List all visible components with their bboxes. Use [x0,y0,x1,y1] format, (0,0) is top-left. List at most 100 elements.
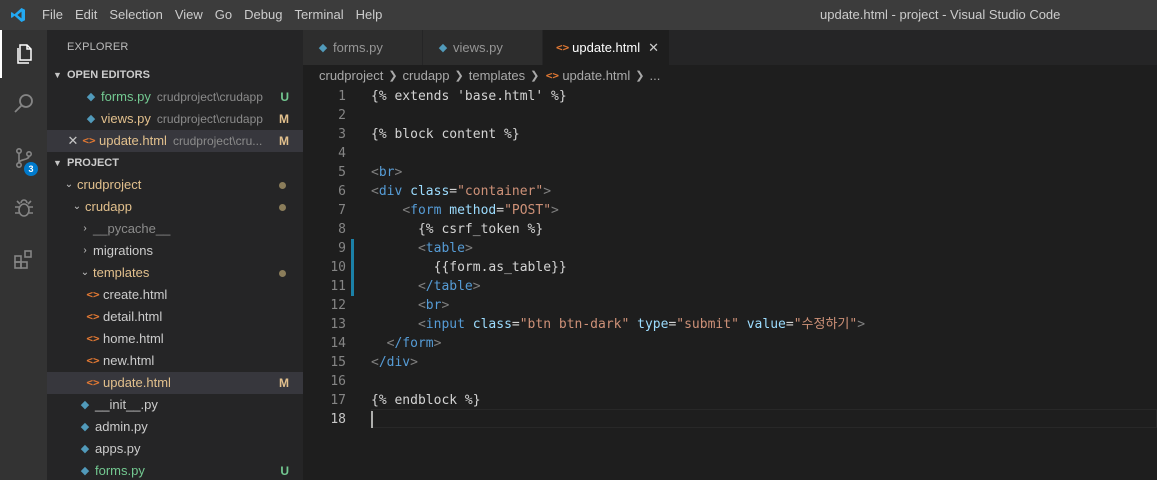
breadcrumb-item[interactable]: templates [469,65,525,87]
attr-name: class [410,184,450,199]
menu-debug[interactable]: Debug [238,0,288,30]
menu-file[interactable]: File [36,0,69,30]
attr-value: "수정하기" [793,317,858,332]
tab-views-py[interactable]: ◆ views.py [423,30,543,65]
line-number: 3 [338,127,346,142]
git-status-badge: U [280,464,289,478]
menu-go[interactable]: Go [209,0,238,30]
extensions-icon[interactable] [0,236,47,284]
code-line: 12 <br> [303,296,1157,315]
code-line: 5 <br> [303,163,1157,182]
file-item[interactable]: <> home.html [47,328,303,350]
folder-label: crudapp [85,199,132,214]
folder-crudproject[interactable]: ⌄ crudproject [47,174,303,196]
file-label: forms.py [95,463,145,478]
chevron-down-icon: ⌄ [64,179,74,190]
code-line: 3 {% block content %} [303,125,1157,144]
breadcrumb-item[interactable]: crudapp [403,65,450,87]
file-item[interactable]: <> new.html [47,350,303,372]
file-item[interactable]: ◆ apps.py [47,438,303,460]
project-label: PROJECT [67,157,119,169]
file-item[interactable]: ◆ admin.py [47,416,303,438]
file-label: apps.py [95,441,141,456]
code-text: {% csrf_token %} [417,222,544,237]
code-line: 2 [303,106,1157,125]
open-editors-section[interactable]: ▼ OPEN EDITORS [47,64,303,86]
code-line: 14 </form> [303,334,1157,353]
file-label: __init__.py [95,397,158,412]
attr-name: value [746,317,786,332]
close-icon[interactable]: ✕ [65,130,81,152]
line-number: 17 [330,393,346,408]
code-line: 10 {{form.as_table}} [303,258,1157,277]
open-editor-name: update.html [99,133,167,148]
file-item[interactable]: <> create.html [47,284,303,306]
folder-crudapp[interactable]: ⌄ crudapp [47,196,303,218]
tag-name: /div [378,355,411,370]
line-number: 8 [338,222,346,237]
menu-edit[interactable]: Edit [69,0,103,30]
folder-templates[interactable]: ⌄ templates [47,262,303,284]
code-text: {% block content %} [371,127,520,142]
open-editor-item[interactable]: ◆ forms.py crudproject\crudapp U [47,86,303,108]
folder-pycache[interactable]: › __pycache__ [47,218,303,240]
tab-label: views.py [453,40,503,55]
tab-label: forms.py [333,40,383,55]
line-number: 5 [338,165,346,180]
line-number: 11 [330,279,346,294]
debug-icon[interactable] [0,184,47,232]
line-number: 1 [338,89,346,104]
open-editors-label: OPEN EDITORS [67,69,150,81]
chevron-down-icon: ⌄ [72,201,82,212]
search-icon[interactable] [0,80,47,128]
line-number: 9 [338,241,346,256]
menu-bar: File Edit Selection View Go Debug Termin… [36,0,388,30]
menu-help[interactable]: Help [350,0,389,30]
code-line: 8 {% csrf_token %} [303,220,1157,239]
window-title: update.html - project - Visual Studio Co… [820,7,1061,22]
folder-migrations[interactable]: › migrations [47,240,303,262]
open-editor-item[interactable]: ◆ views.py crudproject\crudapp M [47,108,303,130]
menu-view[interactable]: View [169,0,209,30]
breadcrumb-item[interactable]: crudproject [319,65,383,87]
python-file-icon: ◆ [86,91,96,103]
file-item[interactable]: <> detail.html [47,306,303,328]
tab-update-html[interactable]: <> update.html ✕ [543,30,670,65]
menu-selection[interactable]: Selection [103,0,168,30]
folder-label: migrations [93,243,153,258]
source-control-icon[interactable]: 3 [0,134,47,182]
title-bar: File Edit Selection View Go Debug Termin… [0,0,1157,30]
file-label: new.html [103,353,155,368]
file-item-selected[interactable]: <> update.html M [47,372,303,394]
explorer-sidebar: EXPLORER ▼ OPEN EDITORS ◆ forms.py crudp… [47,30,303,480]
project-section[interactable]: ▼ PROJECT [47,152,303,174]
tag-name: br [425,298,442,313]
file-label: admin.py [95,419,148,434]
close-tab-icon[interactable]: ✕ [648,40,659,56]
python-file-icon: ◆ [86,113,96,125]
tab-forms-py[interactable]: ◆ forms.py [303,30,423,65]
chevron-right-icon: ❯ [388,70,398,82]
open-editor-name: views.py [101,111,151,126]
chevron-right-icon: ❯ [635,70,645,82]
attr-value: "submit" [676,317,739,332]
menu-terminal[interactable]: Terminal [288,0,349,30]
modified-dot [279,204,286,211]
file-item[interactable]: ◆ forms.py U [47,460,303,480]
chevron-right-icon: ❯ [454,70,464,82]
code-text: {% endblock %} [371,393,481,408]
html-file-icon: <> [86,376,100,389]
breadcrumb-item[interactable]: update.html [562,65,630,87]
code-editor[interactable]: 1 {% extends 'base.html' %} 2 3 {% block c… [303,87,1157,480]
html-file-icon: <> [555,41,570,54]
explorer-activity-icon[interactable] [0,30,47,78]
open-editor-item[interactable]: ✕ <> update.html crudproject\cru... M [47,130,303,152]
file-item[interactable]: ◆ __init__.py [47,394,303,416]
python-file-icon: ◆ [80,421,90,433]
html-file-icon: <> [86,310,100,323]
breadcrumb-item[interactable]: ... [649,65,660,87]
line-number: 4 [338,146,346,161]
modified-dot [279,270,286,277]
attr-name: class [472,317,512,332]
code-line: 18 [303,410,1157,429]
